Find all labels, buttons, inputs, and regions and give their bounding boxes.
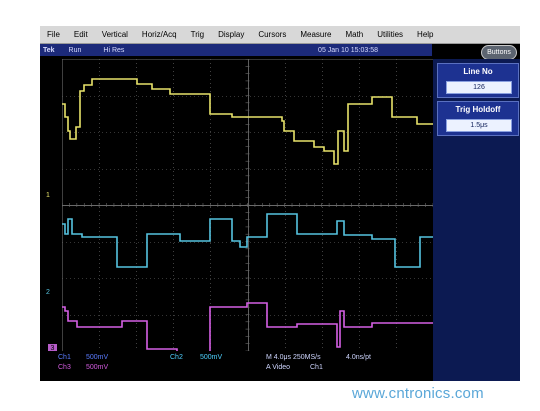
watermark: www.cntronics.com <box>352 385 484 402</box>
trig-holdoff-title: Trig Holdoff <box>455 105 501 114</box>
trig-holdoff-value[interactable]: 1.5μs <box>446 119 512 132</box>
menu-utilities[interactable]: Utilities <box>370 30 410 39</box>
timebase-readout[interactable]: M 4.0μs 250MS/s <box>266 354 321 361</box>
ch2-scale[interactable]: 500mV <box>200 354 222 361</box>
ch2-label[interactable]: Ch2 <box>170 354 183 361</box>
menu-vertical[interactable]: Vertical <box>95 30 135 39</box>
ch3-scale[interactable]: 500mV <box>86 364 108 371</box>
menu-bar: File Edit Vertical Horiz/Acq Trig Displa… <box>40 26 520 44</box>
line-no-title: Line No <box>463 67 493 76</box>
oscilloscope-screen: File Edit Vertical Horiz/Acq Trig Displa… <box>40 26 520 381</box>
side-menu-panel: Line No 126 Trig Holdoff 1.5μs <box>433 59 520 381</box>
ch1-scale[interactable]: 500mV <box>86 354 108 361</box>
readout-bar: Ch1 500mV Ch3 500mV Ch2 500mV M 4.0μs 25… <box>40 351 432 381</box>
acquisition-mode: Hi Res <box>103 46 125 54</box>
waveform-graticule <box>62 59 433 351</box>
datetime: 05 Jan 10 15:03:58 <box>318 46 378 54</box>
status-bar: Tek Run Hi Res 05 Jan 10 15:03:58 <box>40 44 432 56</box>
menu-display[interactable]: Display <box>211 30 251 39</box>
line-no-control[interactable]: Line No 126 <box>437 63 519 98</box>
ch1-label[interactable]: Ch1 <box>58 354 71 361</box>
trig-holdoff-control[interactable]: Trig Holdoff 1.5μs <box>437 101 519 136</box>
ch2-marker[interactable]: 2 <box>46 289 50 296</box>
line-no-value[interactable]: 126 <box>446 81 512 94</box>
channel-marker-strip: 1 2 3 <box>40 59 62 353</box>
menu-trig[interactable]: Trig <box>184 30 211 39</box>
menu-horiz-acq[interactable]: Horiz/Acq <box>135 30 184 39</box>
ch1-marker[interactable]: 1 <box>46 192 50 199</box>
run-state: Run <box>68 46 82 54</box>
menu-math[interactable]: Math <box>338 30 370 39</box>
ch3-label[interactable]: Ch3 <box>58 364 71 371</box>
menu-file[interactable]: File <box>40 30 67 39</box>
trigger-channel[interactable]: Ch1 <box>310 364 323 371</box>
menu-cursors[interactable]: Cursors <box>251 30 293 39</box>
buttons-button[interactable]: Buttons <box>481 45 517 60</box>
brand-label: Tek <box>43 46 55 54</box>
menu-edit[interactable]: Edit <box>67 30 95 39</box>
menu-measure[interactable]: Measure <box>293 30 338 39</box>
menu-help[interactable]: Help <box>410 30 440 39</box>
resolution-readout: 4.0ns/pt <box>346 354 371 361</box>
trigger-source[interactable]: A Video <box>266 364 290 371</box>
